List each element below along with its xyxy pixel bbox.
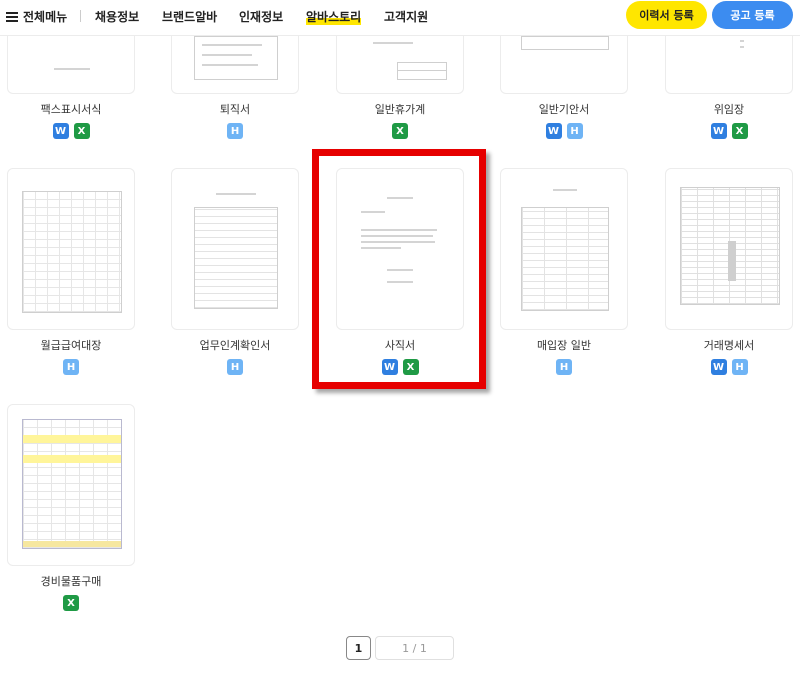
form-title[interactable]: 월급급여대장 — [7, 339, 135, 353]
nav-brand-alba[interactable]: 브랜드알바 — [162, 8, 217, 25]
all-menu-label: 전체메뉴 — [23, 10, 68, 24]
form-card[interactable]: 퇴직서 H — [171, 36, 299, 139]
form-thumbnail[interactable] — [171, 36, 299, 94]
form-title[interactable]: 퇴직서 — [171, 103, 299, 117]
form-title[interactable]: 경비물품구매 — [7, 575, 135, 589]
form-thumbnail[interactable] — [500, 168, 628, 330]
form-thumbnail[interactable] — [7, 168, 135, 330]
top-nav-bar: 전체메뉴 채용정보 브랜드알바 인재정보 알바스토리 고객지원 이력서 등록 공… — [0, 0, 800, 36]
form-title[interactable]: 매입장 일반 — [500, 339, 628, 353]
hwp-format-icon[interactable]: H — [227, 123, 243, 139]
form-thumbnail[interactable] — [336, 36, 464, 94]
form-thumbnail[interactable] — [7, 404, 135, 566]
nav-talent[interactable]: 인재정보 — [239, 8, 283, 25]
form-card[interactable]: 일반기안서 W H — [500, 36, 628, 139]
form-card[interactable]: 일반휴가계 X — [336, 36, 464, 139]
form-title[interactable]: 위임장 — [665, 103, 793, 117]
form-title[interactable]: 팩스표시서식 — [7, 103, 135, 117]
form-card[interactable]: 사직서 W X — [336, 168, 464, 375]
form-card[interactable]: 위임장 W X — [665, 36, 793, 139]
word-format-icon[interactable]: W — [545, 123, 562, 139]
form-thumbnail[interactable] — [336, 168, 464, 330]
form-card[interactable]: 경비물품구매 X — [7, 404, 135, 611]
form-card[interactable]: 매입장 일반 H — [500, 168, 628, 375]
form-card[interactable]: 업무인계확인서 H — [171, 168, 299, 375]
nav-support[interactable]: 고객지원 — [384, 8, 428, 25]
register-resume-button[interactable]: 이력서 등록 — [626, 1, 707, 29]
nav-jobs[interactable]: 채용정보 — [95, 8, 139, 25]
hwp-format-icon[interactable]: H — [566, 123, 583, 139]
form-card[interactable]: 거래명세서 W H — [665, 168, 793, 375]
all-menu-button[interactable]: 전체메뉴 — [6, 8, 67, 25]
excel-format-icon[interactable]: X — [402, 359, 419, 375]
word-format-icon[interactable]: W — [381, 359, 398, 375]
hwp-format-icon[interactable]: H — [731, 359, 748, 375]
word-format-icon[interactable]: W — [52, 123, 69, 139]
excel-format-icon[interactable]: X — [63, 595, 79, 611]
form-card[interactable]: 월급급여대장 H — [7, 168, 135, 375]
hwp-format-icon[interactable]: H — [63, 359, 79, 375]
form-thumbnail[interactable] — [171, 168, 299, 330]
form-thumbnail[interactable] — [665, 168, 793, 330]
hwp-format-icon[interactable]: H — [227, 359, 243, 375]
form-title[interactable]: 업무인계확인서 — [171, 339, 299, 353]
excel-format-icon[interactable]: X — [392, 123, 408, 139]
form-title[interactable]: 거래명세서 — [665, 339, 793, 353]
form-title[interactable]: 사직서 — [336, 339, 464, 353]
excel-format-icon[interactable]: X — [73, 123, 90, 139]
form-thumbnail[interactable] — [665, 36, 793, 94]
form-title[interactable]: 일반기안서 — [500, 103, 628, 117]
word-format-icon[interactable]: W — [710, 123, 727, 139]
word-format-icon[interactable]: W — [710, 359, 727, 375]
form-card[interactable]: 팩스표시서식 W X — [7, 36, 135, 139]
register-post-button[interactable]: 공고 등록 — [712, 1, 793, 29]
nav-divider — [80, 10, 81, 22]
form-thumbnail[interactable] — [500, 36, 628, 94]
page-indicator: 1 / 1 — [375, 636, 454, 660]
hwp-format-icon[interactable]: H — [556, 359, 572, 375]
page-number-button[interactable]: 1 — [346, 636, 371, 660]
excel-format-icon[interactable]: X — [731, 123, 748, 139]
hamburger-icon — [6, 11, 18, 22]
form-thumbnail[interactable] — [7, 36, 135, 94]
nav-alba-story[interactable]: 알바스토리 — [306, 8, 362, 25]
form-title[interactable]: 일반휴가계 — [336, 103, 464, 117]
